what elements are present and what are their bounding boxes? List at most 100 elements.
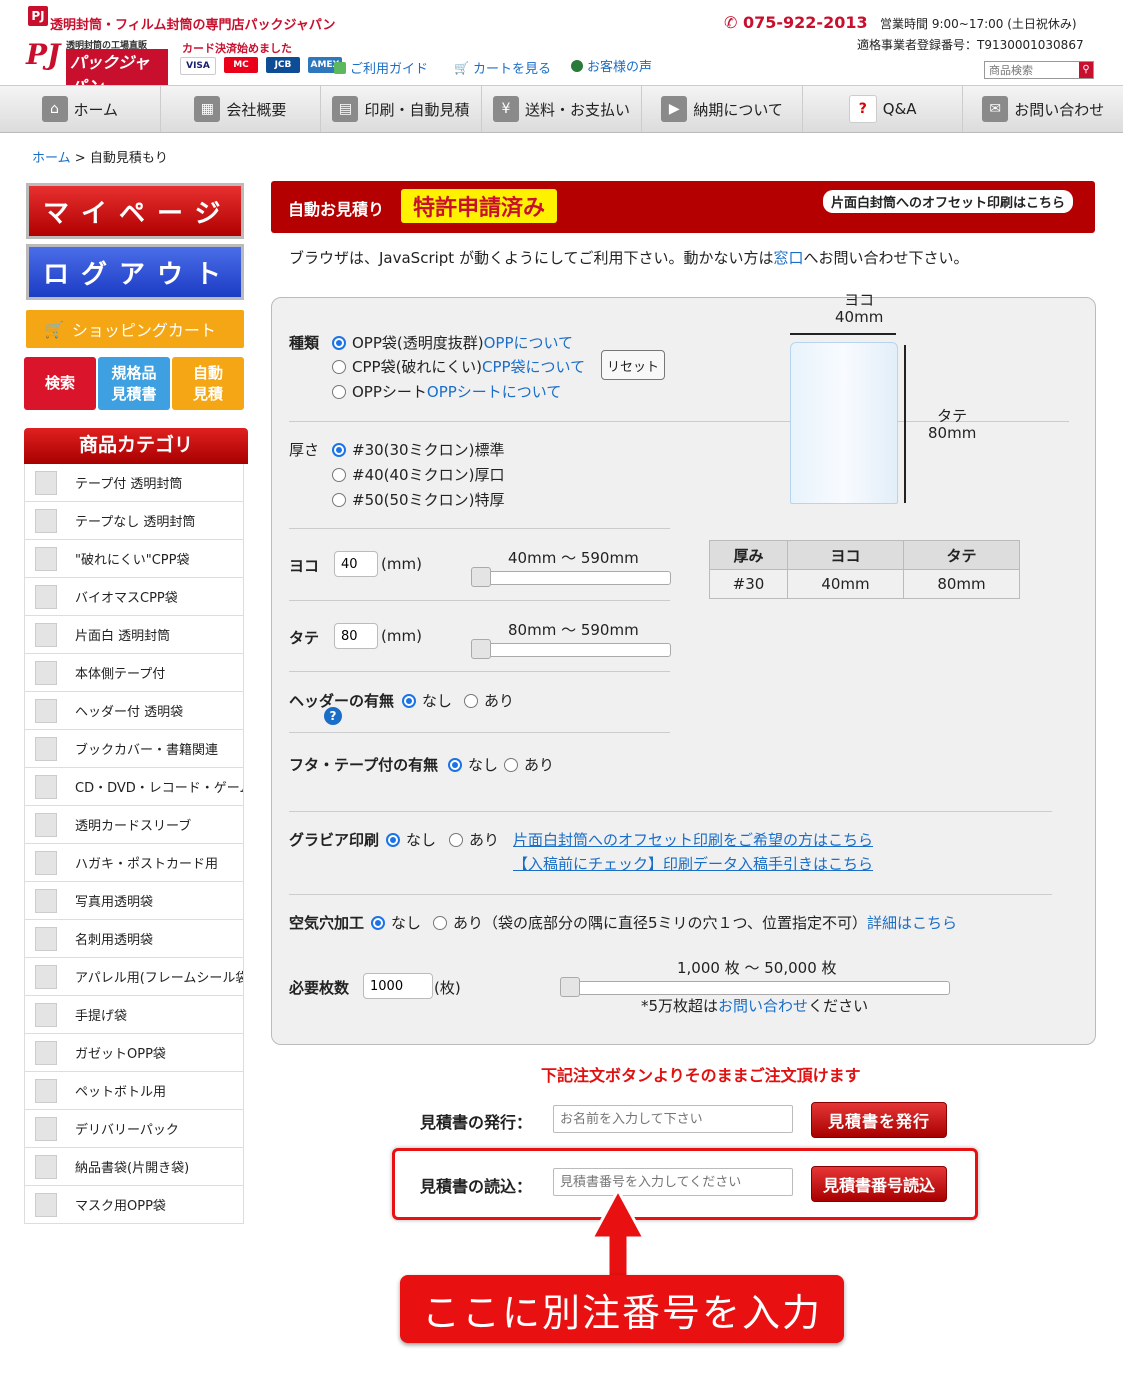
category-item[interactable]: 片面白 透明封筒: [24, 616, 244, 654]
help-icon[interactable]: ?: [324, 707, 342, 725]
air-hole-option-none[interactable]: なし: [371, 912, 421, 933]
radio-checked-icon[interactable]: [332, 335, 346, 350]
type-option-opp[interactable]: OPP袋(透明度抜群) OPPについて: [332, 332, 573, 353]
air-hole-option-yes[interactable]: あり （袋の底部分の隅に直径5ミリの穴１つ、位置指定不可） 詳細はこちら: [433, 912, 957, 933]
width-slider[interactable]: [471, 571, 671, 585]
category-item[interactable]: 名刺用透明袋: [24, 920, 244, 958]
breadcrumb-home[interactable]: ホーム: [32, 151, 71, 166]
cpp-info-link[interactable]: CPP袋について: [482, 356, 585, 377]
radio-icon[interactable]: [332, 384, 346, 399]
nav-home[interactable]: ⌂ ホーム: [0, 86, 161, 132]
thickness-option-40[interactable]: #40(40ミクロン)厚口: [332, 464, 504, 485]
width-input[interactable]: [334, 551, 378, 577]
radio-icon[interactable]: [449, 832, 463, 847]
category-item[interactable]: ガゼットOPP袋: [24, 1034, 244, 1072]
nav-faq[interactable]: ? Q&A: [803, 86, 964, 132]
header-option-yes[interactable]: あり: [464, 690, 514, 711]
nav-print[interactable]: ▤ 印刷・自動見積: [321, 86, 482, 132]
nav-contact[interactable]: ✉ お問い合わせ: [963, 86, 1123, 132]
radio-icon[interactable]: [433, 915, 447, 930]
jcb-card-icon: JCB: [266, 57, 300, 73]
quantity-slider-handle[interactable]: [560, 977, 580, 997]
site-search-input[interactable]: [985, 62, 1079, 78]
air-hole-detail-link[interactable]: 詳細はこちら: [867, 912, 957, 933]
search-button[interactable]: 検索: [24, 357, 96, 410]
quantity-input[interactable]: [363, 973, 433, 999]
voice-link[interactable]: お客様の声: [571, 56, 652, 75]
type-option-sheet[interactable]: OPPシート OPPシートについて: [332, 381, 561, 402]
category-item[interactable]: ヘッダー付 透明袋: [24, 692, 244, 730]
table-header-row: 厚み ヨコ タテ: [709, 540, 1020, 570]
flap-option-none[interactable]: なし: [448, 754, 498, 775]
contact-link[interactable]: お問い合わせ: [718, 995, 808, 1016]
category-item[interactable]: 手提げ袋: [24, 996, 244, 1034]
issue-quote-button[interactable]: 見積書を発行: [811, 1102, 947, 1138]
radio-checked-icon[interactable]: [402, 693, 416, 708]
thickness-option-label: #50(50ミクロン)特厚: [352, 491, 505, 509]
radio-checked-icon[interactable]: [371, 915, 385, 930]
quantity-slider[interactable]: [560, 981, 950, 995]
height-input[interactable]: [334, 623, 378, 649]
radio-icon[interactable]: [504, 757, 518, 772]
reset-button[interactable]: リセット: [601, 350, 665, 380]
radio-checked-icon[interactable]: [448, 757, 462, 772]
gravure-option-none[interactable]: なし: [386, 829, 436, 850]
print-data-guide-link[interactable]: 【入稿前にチェック】印刷データ入稿手引きはこちら: [513, 853, 873, 874]
flap-option-yes[interactable]: あり: [504, 754, 554, 775]
shopping-cart-button[interactable]: 🛒 ショッピングカート: [26, 310, 244, 348]
category-item[interactable]: 納品書袋(片開き袋): [24, 1148, 244, 1186]
standard-quote-button[interactable]: 規格品 見積書: [98, 357, 170, 410]
search-icon[interactable]: ⚲: [1079, 62, 1093, 78]
category-item[interactable]: マスク用OPP袋: [24, 1186, 244, 1224]
opp-info-link[interactable]: OPPについて: [484, 332, 573, 353]
type-option-cpp[interactable]: CPP袋(破れにくい) CPP袋について: [332, 356, 585, 377]
radio-icon[interactable]: [332, 492, 346, 507]
category-item[interactable]: アパレル用(フレームシール袋): [24, 958, 244, 996]
phone-number[interactable]: ✆ 075-922-2013: [724, 13, 868, 32]
category-item[interactable]: テープなし 透明封筒: [24, 502, 244, 540]
logout-button[interactable]: ログアウト: [26, 244, 244, 300]
guide-link[interactable]: ご利用ガイド: [334, 58, 428, 77]
nav-company[interactable]: ▦ 会社概要: [161, 86, 322, 132]
category-item[interactable]: 写真用透明袋: [24, 882, 244, 920]
category-label: 名刺用透明袋: [75, 933, 154, 948]
nav-delivery[interactable]: ▶ 納期について: [642, 86, 803, 132]
gravure-option-yes[interactable]: あり: [449, 829, 499, 850]
table-cell: 80mm: [903, 569, 1020, 599]
auto-quote-button[interactable]: 自動 見積: [172, 357, 244, 410]
category-item[interactable]: 本体側テープ付: [24, 654, 244, 692]
category-item[interactable]: "破れにくい"CPP袋: [24, 540, 244, 578]
height-slider[interactable]: [471, 643, 671, 657]
contact-window-link[interactable]: 窓口: [774, 249, 804, 267]
name-input[interactable]: [553, 1105, 793, 1133]
radio-icon[interactable]: [332, 467, 346, 482]
yes-label: あり: [453, 914, 484, 932]
mypage-button[interactable]: マイページ: [26, 183, 244, 239]
category-item[interactable]: ハガキ・ポストカード用: [24, 844, 244, 882]
offset-print-button[interactable]: 片面白封筒へのオフセット印刷はこちら: [822, 190, 1073, 213]
air-hole-label: 空気穴加工: [289, 914, 365, 932]
category-item[interactable]: テープ付 透明封筒: [24, 464, 244, 502]
thickness-option-30[interactable]: #30(30ミクロン)標準: [332, 439, 504, 460]
header-option-none[interactable]: なし: [402, 690, 452, 711]
radio-checked-icon[interactable]: [386, 832, 400, 847]
width-slider-handle[interactable]: [471, 567, 491, 587]
site-logo[interactable]: PJ 透明封筒の工場直販 パックジャパン: [26, 36, 168, 97]
height-slider-handle[interactable]: [471, 639, 491, 659]
category-item[interactable]: 透明カードスリーブ: [24, 806, 244, 844]
nav-shipping[interactable]: ¥ 送料・お支払い: [482, 86, 643, 132]
cart-link[interactable]: 🛒 カートを見る: [454, 58, 551, 78]
category-item[interactable]: デリバリーパック: [24, 1110, 244, 1148]
offset-print-link[interactable]: 片面白封筒へのオフセット印刷をご希望の方はこちら: [513, 829, 873, 850]
category-item[interactable]: バイオマスCPP袋: [24, 578, 244, 616]
radio-icon[interactable]: [464, 693, 478, 708]
category-thumbnail-icon: [35, 546, 57, 571]
category-item[interactable]: ブックカバー・書籍関連: [24, 730, 244, 768]
radio-icon[interactable]: [332, 359, 346, 374]
sheet-info-link[interactable]: OPPシートについて: [427, 381, 561, 402]
callout-label: ここに別注番号を入力: [400, 1275, 844, 1343]
radio-checked-icon[interactable]: [332, 442, 346, 457]
category-item[interactable]: CD・DVD・レコード・ゲーム: [24, 768, 244, 806]
thickness-option-50[interactable]: #50(50ミクロン)特厚: [332, 489, 504, 510]
category-item[interactable]: ペットボトル用: [24, 1072, 244, 1110]
